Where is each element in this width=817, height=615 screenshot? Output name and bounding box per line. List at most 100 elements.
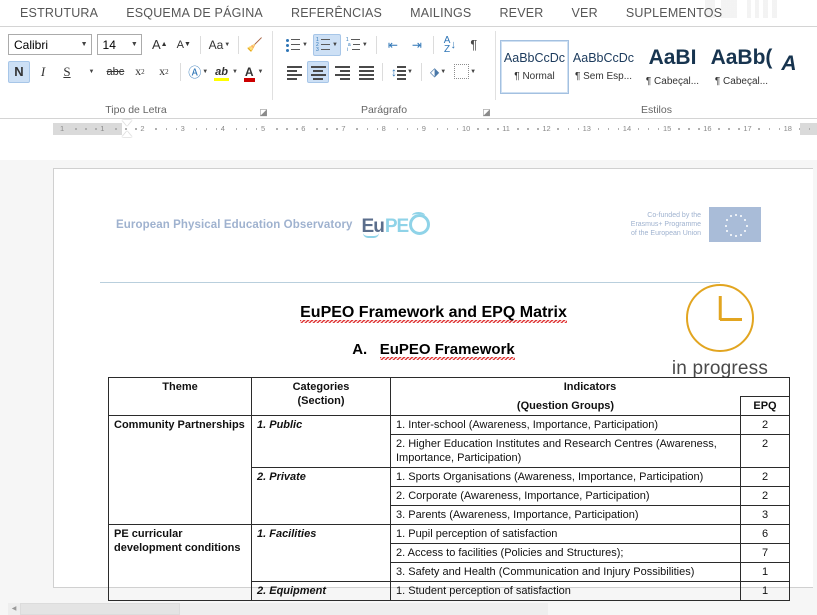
horizontal-ruler[interactable]: 1 1 2 3 4 5 6 7 8 9 10 11 12 13 14 15 16 17 18: [0, 119, 817, 139]
grow-font-button[interactable]: A ▲: [149, 34, 171, 56]
paragraph-group-label: Parágrafo ◪: [273, 102, 495, 118]
underline-button[interactable]: S: [56, 61, 78, 83]
style-partial[interactable]: A: [776, 39, 802, 94]
cell-epq: 2: [740, 434, 790, 468]
document-page[interactable]: European Physical Education Observatory …: [53, 168, 813, 601]
font-name-combo[interactable]: Calibri ▼: [8, 34, 92, 55]
styles-group-label-text: Estilos: [641, 104, 672, 116]
show-formatting-marks-icon[interactable]: ¶: [463, 34, 485, 56]
tab-rever[interactable]: REVER: [485, 0, 557, 26]
ruler-dot: [617, 128, 620, 130]
ruler-dot: [135, 128, 137, 130]
font-size-combo[interactable]: 14 ▼: [96, 34, 142, 55]
erasmus-line2: Erasmus+ Programme: [630, 221, 701, 228]
cell-indicator: 3. Parents (Awareness, Importance, Parti…: [390, 505, 741, 525]
style-name: ¶ Sem Esp...: [574, 71, 633, 82]
underline-label: S: [63, 63, 71, 79]
shading-icon[interactable]: ⬗ ▼: [427, 61, 449, 83]
header-categories-l1: Categories: [292, 381, 350, 393]
cell-epq: 2: [740, 467, 790, 487]
eu-flag-star: [725, 229, 728, 232]
ruler-dot: [75, 128, 77, 130]
line-spacing-icon[interactable]: ↕ ▼: [388, 61, 416, 83]
text-effects-icon: Ⓐ: [188, 65, 202, 80]
borders-icon[interactable]: ▼: [451, 61, 479, 83]
font-color-button[interactable]: A ▼: [242, 61, 266, 83]
ruler-dot: [215, 128, 218, 130]
hanging-indent-marker[interactable]: [122, 131, 132, 137]
numbered-list-icon[interactable]: 1 2 3 ▼: [312, 33, 341, 56]
italic-button[interactable]: I: [32, 61, 54, 83]
ruler-dot: [115, 128, 117, 130]
cell-category: 2. Private: [251, 467, 391, 525]
ruler-dot: [155, 128, 157, 130]
eu-flag-star: [735, 235, 737, 237]
change-case-button[interactable]: Aa ▼: [206, 34, 233, 56]
cell-indicator: 3. Safety and Health (Communication and …: [390, 562, 741, 582]
scroll-left-button[interactable]: ◀: [8, 603, 20, 615]
cell-epq: 1: [740, 581, 790, 601]
bullet-list-icon[interactable]: ▼: [283, 34, 311, 56]
cell-indicator: 1. Student perception of satisfaction: [390, 581, 741, 601]
strikethrough-button[interactable]: abc: [104, 61, 127, 83]
align-right-icon[interactable]: [331, 61, 353, 83]
divider: [199, 35, 201, 54]
ruler-dot: [497, 128, 499, 130]
align-left-icon[interactable]: [283, 61, 305, 83]
scrollbar-thumb[interactable]: [20, 603, 180, 615]
ruler-tick: 1: [60, 124, 65, 133]
ruler-dot: [517, 128, 519, 130]
increase-indent-icon[interactable]: ⇥: [406, 34, 428, 56]
word-window: ESTRUTURA ESQUEMA DE PÁGINA REFERÊNCIAS …: [0, 0, 817, 615]
cell-epq: 2: [740, 415, 790, 435]
ruler-tick: 16: [703, 124, 712, 133]
ruler-dot: [768, 128, 770, 130]
table-body: Community Partnerships 1. Public 1. Inter-…: [108, 415, 790, 601]
justify-icon[interactable]: [355, 61, 377, 83]
style-sem-espacamento[interactable]: AaBbCcDc ¶ Sem Esp...: [569, 39, 638, 94]
superscript-button[interactable]: x2: [153, 61, 175, 83]
ruler-dot: [396, 128, 399, 130]
chevron-down-icon: ▼: [80, 41, 88, 48]
shrink-font-label: A: [176, 38, 184, 51]
highlight-button[interactable]: ab ▼: [213, 61, 241, 83]
tab-referencias[interactable]: REFERÊNCIAS: [277, 0, 396, 26]
subscript-button[interactable]: x2: [129, 61, 151, 83]
ruler-dot: [286, 128, 288, 130]
tab-estrutura[interactable]: ESTRUTURA: [6, 0, 112, 26]
shrink-font-button[interactable]: A ▼: [173, 34, 195, 56]
tab-esquema-de-pagina[interactable]: ESQUEMA DE PÁGINA: [112, 0, 277, 26]
section-heading-text: EuPEO Framework: [379, 341, 515, 360]
document-canvas[interactable]: European Physical Education Observatory …: [0, 160, 817, 615]
tab-ver[interactable]: VER: [558, 0, 612, 26]
style-name: ¶ Cabeçal...: [714, 76, 769, 87]
cell-indicator: 2. Higher Education Institutes and Resea…: [390, 434, 741, 468]
ruler-tick: 4: [220, 124, 225, 133]
multilevel-list-icon[interactable]: 1 a i ▼: [343, 34, 371, 56]
decrease-indent-icon[interactable]: ⇤: [382, 34, 404, 56]
horizontal-scrollbar[interactable]: ◀: [8, 603, 548, 615]
underline-dropdown-icon[interactable]: ▼: [80, 61, 102, 83]
bold-button[interactable]: N: [8, 60, 30, 83]
style-cabecalho-1[interactable]: AaBI ¶ Cabeçal...: [638, 39, 707, 94]
tab-mailings[interactable]: MAILINGS: [396, 0, 485, 26]
clear-formatting-icon[interactable]: 🧹: [244, 34, 266, 56]
font-dialog-launcher[interactable]: ◪: [259, 108, 268, 117]
ruler-tick: 15: [663, 124, 672, 133]
first-line-indent-marker[interactable]: [122, 120, 132, 126]
ruler-tick: 9: [421, 124, 426, 133]
divider: [179, 62, 181, 81]
eu-flag-icon: [709, 207, 761, 242]
ruler-dot: [808, 128, 811, 130]
cell-category: 1. Facilities: [251, 524, 391, 582]
text-effects-button[interactable]: Ⓐ ▼: [186, 61, 211, 83]
paragraph-dialog-launcher[interactable]: ◪: [482, 108, 491, 117]
header-categories-l2: (Section): [297, 395, 345, 407]
tab-suplementos[interactable]: SUPLEMENTOS: [612, 0, 736, 26]
style-cabecalho-2[interactable]: AaBb( ¶ Cabeçal...: [707, 39, 776, 94]
ruler-dot: [487, 128, 489, 130]
sort-icon[interactable]: A Z ↓: [439, 34, 461, 56]
style-sample: AaBI: [648, 46, 697, 69]
align-center-icon[interactable]: [307, 60, 329, 83]
style-normal[interactable]: AaBbCcDc ¶ Normal: [500, 39, 569, 94]
